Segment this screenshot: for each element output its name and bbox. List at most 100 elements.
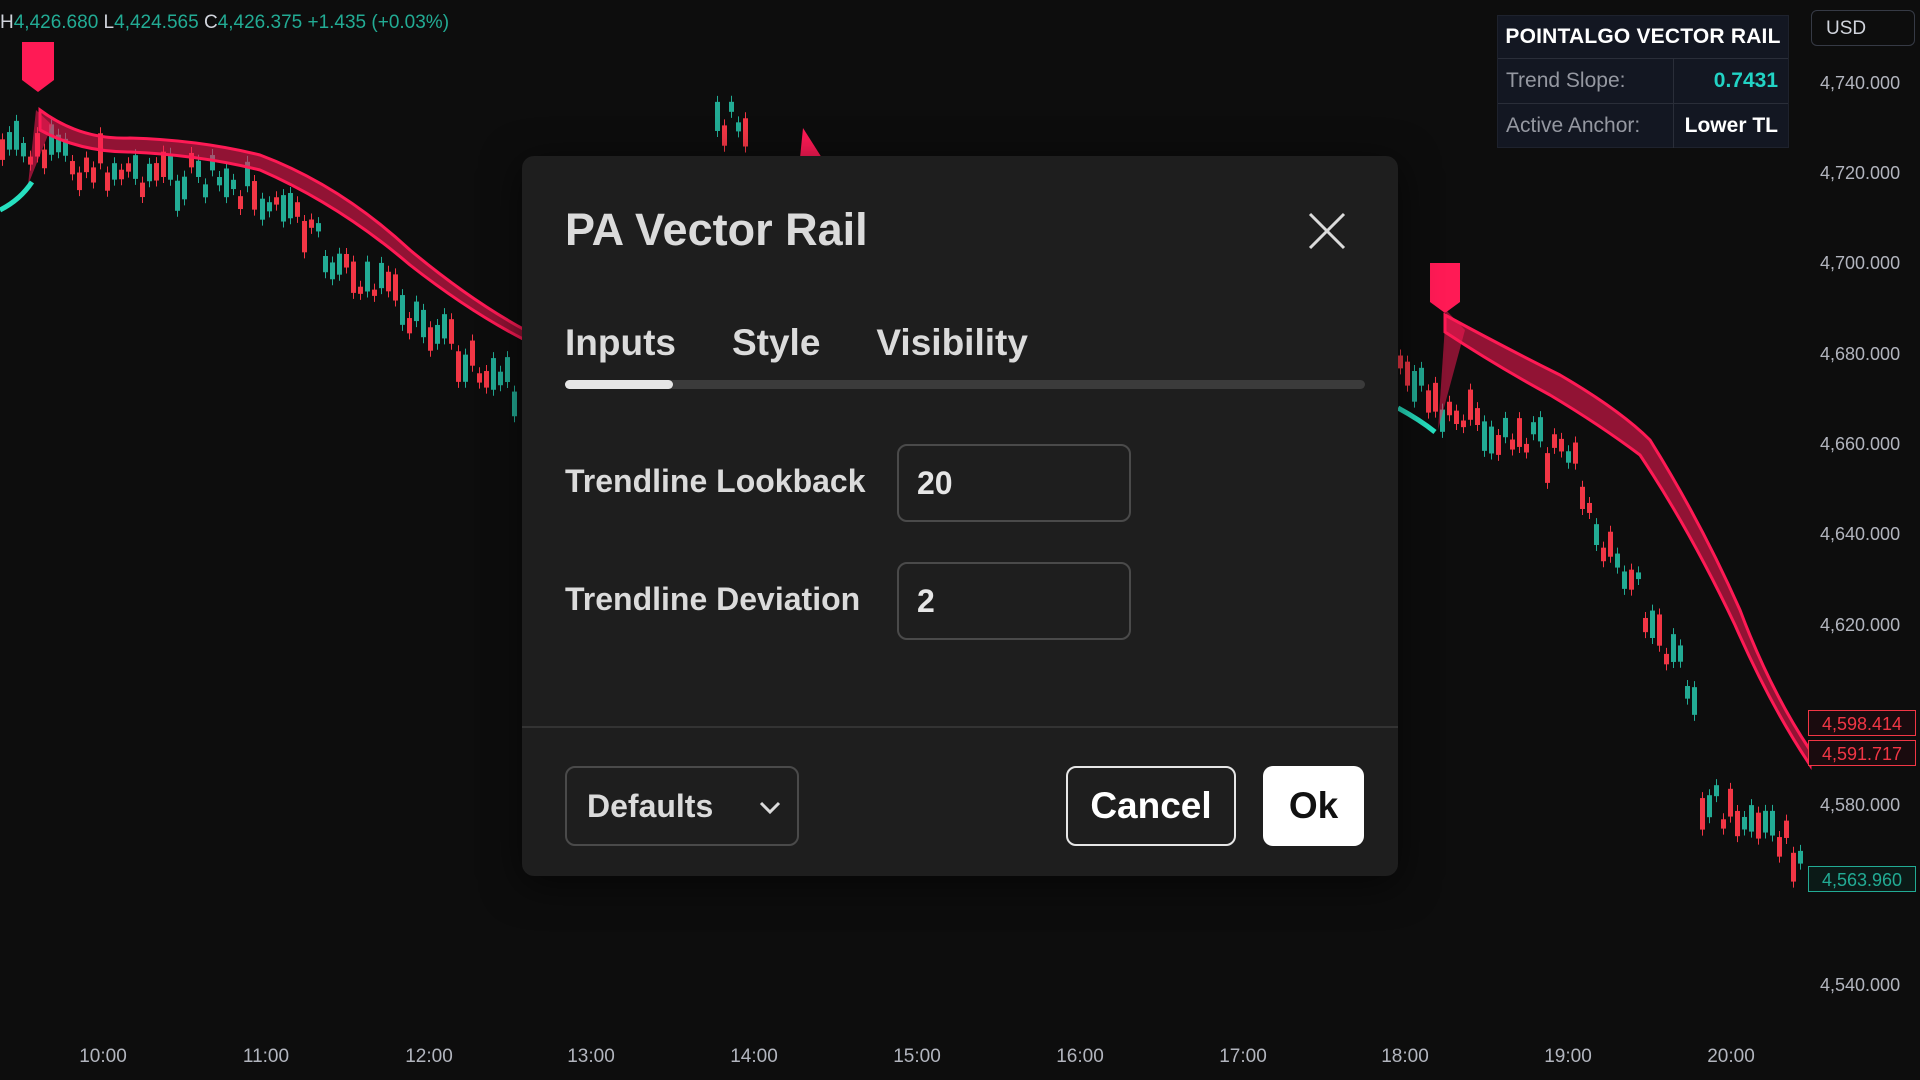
rail-bull-left [0, 180, 35, 213]
candle-body [1601, 547, 1606, 562]
candle-body [498, 371, 503, 386]
candle-body [1447, 401, 1452, 416]
dialog-tabs: Inputs Style Visibility [565, 322, 1028, 364]
candle-body [421, 309, 426, 338]
defaults-dropdown[interactable]: Defaults [565, 766, 799, 846]
indicator-settings-dialog: PA Vector Rail Inputs Style Visibility T… [522, 156, 1398, 876]
candle-body [1742, 816, 1747, 830]
price-tick: 4,740.000 [1820, 73, 1901, 93]
candle-body [1615, 553, 1620, 568]
tab-visibility[interactable]: Visibility [876, 322, 1028, 364]
candle-body [302, 220, 307, 253]
tab-style[interactable]: Style [732, 322, 820, 364]
sell-marker-icon [22, 42, 54, 92]
time-tick: 17:00 [1219, 1046, 1267, 1067]
candle-body [1777, 837, 1782, 857]
time-tick: 19:00 [1544, 1046, 1592, 1067]
candle-body [309, 219, 314, 228]
candle-body [1685, 686, 1690, 699]
candle-body [1503, 417, 1508, 438]
close-value: 4,426.375 [217, 12, 303, 33]
candle-body [1671, 634, 1676, 662]
indicator-info-panel: POINTALGO VECTOR RAIL Trend Slope: 0.743… [1497, 15, 1789, 148]
price-tag-last: 4,563.960 [1808, 866, 1916, 892]
candle-body [1664, 653, 1669, 665]
candle-body [428, 327, 433, 351]
close-icon [1308, 212, 1346, 250]
cancel-button[interactable]: Cancel [1066, 766, 1236, 846]
candle-body [281, 195, 286, 222]
candle-body [42, 149, 47, 169]
candle-body [70, 161, 75, 175]
candle-body [168, 153, 173, 180]
candle-body [203, 184, 208, 198]
candle-body [1770, 810, 1775, 836]
time-tick: 15:00 [893, 1046, 941, 1067]
currency-button[interactable]: USD [1811, 10, 1915, 46]
candle-body [267, 202, 272, 212]
tab-inputs[interactable]: Inputs [565, 322, 676, 364]
candle-body [491, 358, 496, 390]
candle-body [260, 198, 265, 220]
trendline-lookback-label: Trendline Lookback [565, 463, 866, 499]
candle-body [379, 262, 384, 289]
trendline-lookback-input[interactable]: 20 [897, 444, 1131, 522]
candle-body [1714, 785, 1719, 797]
candle-body [7, 132, 12, 150]
candle-body [1692, 687, 1697, 715]
candle-body [1552, 434, 1557, 448]
candle-body [736, 122, 741, 132]
candle-body [358, 286, 363, 294]
defaults-label: Defaults [587, 788, 714, 824]
candle-body [91, 167, 96, 183]
candle-body [1545, 453, 1550, 483]
close-button[interactable] [1304, 208, 1350, 254]
low-key: L [103, 12, 115, 33]
candle-body [295, 202, 300, 217]
candle-body [1735, 810, 1740, 837]
candle-body [1454, 410, 1459, 424]
candle-body [477, 373, 482, 383]
candle-body [1475, 408, 1480, 425]
candle-body [147, 163, 152, 182]
candle-body [77, 172, 82, 191]
candle-body [1608, 531, 1613, 557]
candle-body [1510, 439, 1515, 450]
trendline-deviation-input[interactable]: 2 [897, 562, 1131, 640]
candle-body [14, 120, 19, 150]
candle-body [1461, 420, 1466, 428]
price-tag-upper: 4,598.414 [1808, 710, 1916, 736]
candle-body [512, 391, 517, 417]
candle-body [1707, 795, 1712, 818]
info-label: Active Anchor: [1498, 104, 1674, 148]
price-tick: 4,580.000 [1820, 795, 1901, 815]
candle-body [1643, 617, 1648, 633]
ok-button[interactable]: Ok [1263, 766, 1364, 846]
info-value: 0.7431 [1713, 69, 1778, 92]
candle-body [1433, 382, 1438, 412]
candle-body [407, 318, 412, 334]
candle-body [323, 256, 328, 273]
candle-body [112, 163, 117, 180]
candle-body [1566, 451, 1571, 463]
candle-body [1573, 442, 1578, 464]
candle-body [175, 180, 180, 211]
candle-body [119, 169, 124, 180]
candle-body [1728, 788, 1733, 817]
time-tick: 16:00 [1056, 1046, 1104, 1067]
candle-body [252, 181, 257, 210]
high-value: 4,426.680 [13, 12, 99, 33]
candle-body [1798, 850, 1803, 864]
candle-body [1412, 371, 1417, 402]
candle-body [470, 340, 475, 366]
candle-body [1405, 361, 1410, 386]
active-tab-indicator [565, 380, 673, 389]
price-tick: 4,680.000 [1820, 344, 1901, 364]
candle-body [435, 324, 440, 344]
info-row-active-anchor: Active Anchor: Lower TL [1498, 103, 1788, 148]
candle-body [1756, 812, 1761, 839]
time-tick: 10:00 [79, 1046, 127, 1067]
candle-body [1524, 443, 1529, 453]
candle-body [182, 176, 187, 200]
candle-body [722, 125, 727, 146]
